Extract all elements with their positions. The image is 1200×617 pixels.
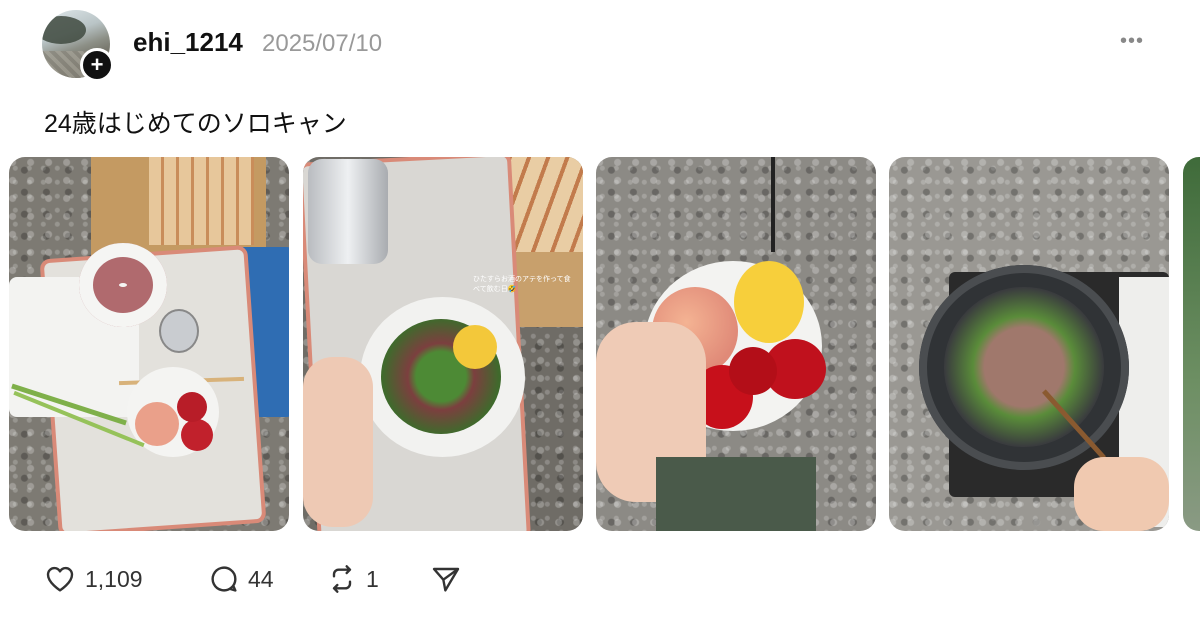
reply-count: 44 [248, 565, 274, 592]
beer-can [159, 309, 199, 353]
lemon [734, 261, 804, 343]
post-photo-2[interactable]: ひたすらお酒のアテを作って食べて飲む日🤣 [303, 157, 583, 531]
photo-caption: ひたすらお酒のアテを作って食べて飲む日🤣 [473, 276, 571, 293]
share-icon [430, 563, 462, 595]
like-button[interactable]: 1,109 [43, 563, 143, 595]
firewood [149, 157, 254, 245]
plum [729, 347, 777, 395]
repost-button[interactable]: 1 [326, 563, 379, 595]
lemon-slice [453, 325, 497, 369]
reply-button[interactable]: 44 [208, 563, 274, 595]
repost-count: 1 [366, 565, 379, 592]
squid-bowl [79, 243, 167, 327]
avatar-image-hill [42, 16, 86, 44]
chicken-and-green-onion [944, 287, 1104, 447]
post-text: 24歳はじめてのソロキャン [44, 110, 347, 138]
tent-pole [771, 157, 775, 252]
post-photo-4[interactable] [889, 157, 1169, 531]
heart-icon [43, 563, 77, 595]
hand [1074, 457, 1169, 531]
chair-frame [656, 457, 816, 531]
follow-button[interactable]: + [80, 48, 114, 82]
post-photo-1[interactable] [9, 157, 289, 531]
post-photo-5[interactable] [1183, 157, 1200, 531]
plum [181, 419, 213, 451]
beer-can [308, 159, 388, 264]
repost-icon [326, 563, 358, 595]
hand [303, 357, 373, 527]
post-date: 2025/07/10 [262, 30, 383, 57]
peach [135, 402, 179, 446]
plum [177, 392, 207, 422]
reply-icon [208, 563, 240, 595]
action-bar: 1,109 44 1 [0, 563, 1200, 597]
like-count: 1,109 [85, 565, 143, 592]
more-icon[interactable]: ••• [1120, 30, 1144, 53]
username[interactable]: ehi_1214 [133, 27, 243, 58]
post-photo-3[interactable] [596, 157, 876, 531]
share-button[interactable] [430, 563, 462, 595]
